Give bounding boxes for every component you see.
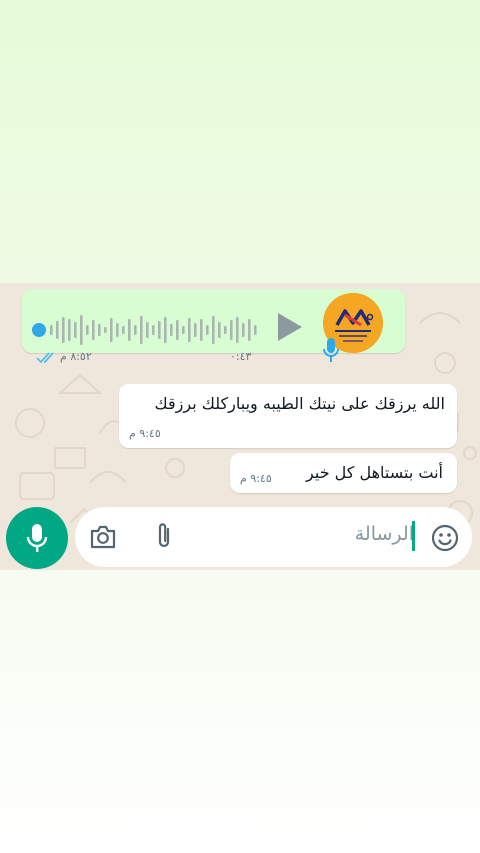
text-caret	[412, 521, 415, 551]
play-icon[interactable]	[274, 311, 304, 343]
voice-record-button[interactable]	[6, 507, 68, 569]
camera-icon[interactable]	[89, 524, 117, 550]
voice-duration: ٠:٤٣	[230, 350, 252, 363]
message-text: أنت بتستاهل كل خير	[306, 463, 443, 482]
message-input-placeholder[interactable]: الرسالة	[355, 523, 414, 545]
audio-waveform[interactable]	[32, 313, 272, 347]
message-text: الله يرزقك على نيتك الطيبه ويباركلك برزق…	[154, 394, 445, 413]
incoming-message[interactable]: الله يرزقك على نيتك الطيبه ويباركلك برزق…	[119, 384, 457, 448]
incoming-message[interactable]: أنت بتستاهل كل خير ٩:٤٥ م	[230, 453, 457, 493]
voice-timestamp: ٨:٥٢ م	[60, 350, 92, 363]
mic-icon	[26, 524, 48, 552]
paperclip-icon[interactable]	[153, 521, 175, 551]
voice-message-bubble[interactable]: ٠:٤٣ ٨:٥٢ م	[22, 289, 405, 364]
double-check-icon	[36, 352, 54, 364]
chat-panel: ٠:٤٣ ٨:٥٢ م الله يرزقك على نيتك الطيبه و…	[0, 283, 480, 570]
message-time: ٩:٤٥ م	[240, 472, 272, 485]
message-time: ٩:٤٥ م	[129, 427, 161, 440]
message-input-bar[interactable]: الرسالة	[75, 507, 472, 567]
emoji-icon[interactable]	[431, 524, 459, 552]
mic-icon	[323, 338, 339, 362]
